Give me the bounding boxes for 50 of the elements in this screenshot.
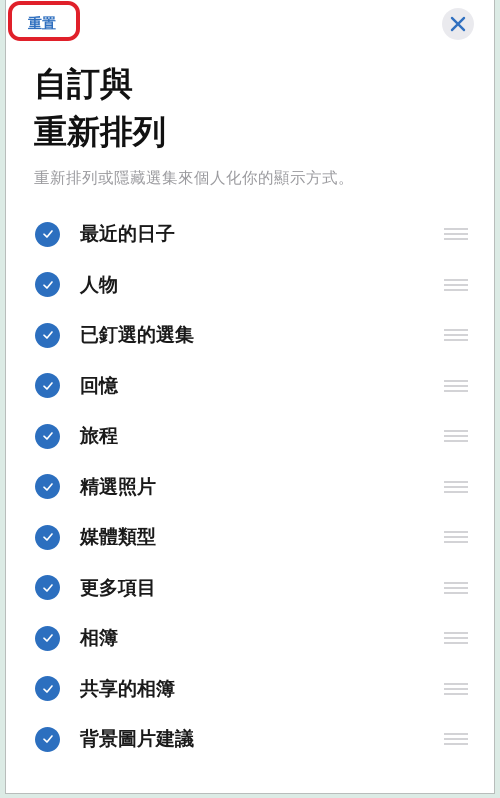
checkbox[interactable] bbox=[35, 726, 60, 752]
item-label: 背景圖片建議 bbox=[80, 727, 195, 752]
checkmark-icon bbox=[42, 632, 54, 644]
item-label: 人物 bbox=[80, 272, 119, 298]
checkbox[interactable] bbox=[35, 272, 60, 298]
close-icon bbox=[450, 16, 466, 32]
item-label: 相簿 bbox=[80, 626, 119, 652]
drag-handle-icon[interactable] bbox=[444, 278, 468, 291]
drag-handle-icon[interactable] bbox=[444, 430, 468, 442]
drag-handle-icon[interactable] bbox=[444, 531, 468, 544]
checkmark-icon bbox=[42, 278, 54, 291]
checkmark-icon bbox=[42, 228, 54, 240]
item-label: 旅程 bbox=[80, 424, 119, 450]
checkbox[interactable] bbox=[35, 524, 60, 550]
checkmark-icon bbox=[42, 480, 54, 493]
checkmark-icon bbox=[42, 430, 54, 442]
item-label: 媒體類型 bbox=[80, 525, 157, 550]
item-label: 回憶 bbox=[80, 374, 120, 399]
checkbox[interactable] bbox=[35, 474, 60, 500]
checkbox[interactable] bbox=[35, 626, 60, 651]
subtitle: 重新排列或隱藏選集來個人化你的顯示方式。 bbox=[34, 168, 355, 189]
checkbox[interactable] bbox=[35, 322, 60, 348]
checkmark-icon bbox=[42, 329, 54, 342]
title-line: 重新排列 bbox=[34, 111, 166, 153]
checkbox[interactable] bbox=[35, 373, 60, 398]
checkbox[interactable] bbox=[35, 424, 60, 449]
reset-button[interactable]: 重置 bbox=[12, 9, 72, 39]
item-label: 共享的相簿 bbox=[80, 676, 176, 702]
checkmark-icon bbox=[42, 531, 54, 544]
drag-handle-icon[interactable] bbox=[444, 632, 468, 644]
checkbox[interactable] bbox=[35, 676, 60, 702]
item-label: 已釘選的選集 bbox=[80, 323, 195, 348]
drag-handle-icon[interactable] bbox=[444, 733, 468, 746]
checkmark-icon bbox=[42, 380, 54, 392]
item-label: 最近的日子 bbox=[80, 222, 176, 248]
checkbox[interactable] bbox=[35, 575, 60, 600]
drag-handle-icon[interactable] bbox=[444, 228, 468, 240]
item-label: 精選照片 bbox=[80, 474, 157, 500]
drag-handle-icon[interactable] bbox=[444, 682, 468, 695]
drag-handle-icon[interactable] bbox=[444, 329, 468, 342]
checkmark-icon bbox=[42, 582, 54, 594]
checkmark-icon bbox=[42, 682, 54, 695]
checkbox[interactable] bbox=[35, 222, 60, 247]
title-line: 自訂與 bbox=[34, 63, 133, 105]
drag-handle-icon[interactable] bbox=[444, 582, 468, 594]
drag-handle-icon[interactable] bbox=[444, 380, 468, 392]
checkmark-icon bbox=[42, 733, 54, 746]
item-label: 更多項目 bbox=[80, 576, 157, 601]
drag-handle-icon[interactable] bbox=[444, 480, 468, 493]
close-button[interactable] bbox=[442, 8, 474, 40]
